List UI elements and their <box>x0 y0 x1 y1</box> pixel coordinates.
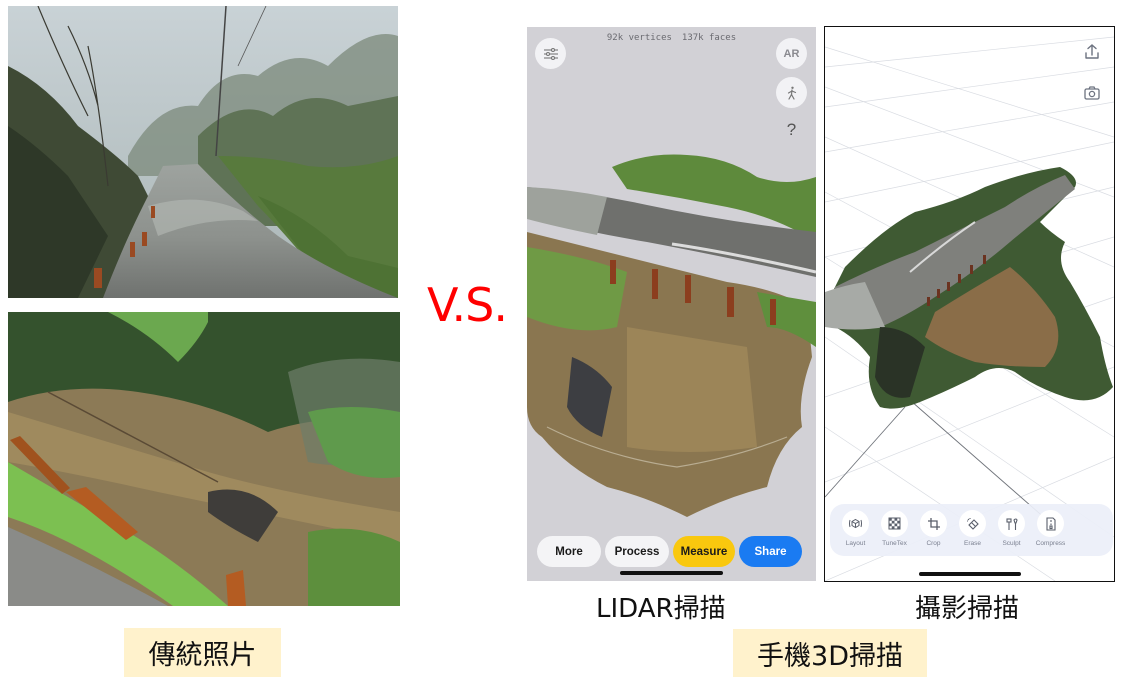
more-button[interactable]: More <box>537 536 601 567</box>
tool-sculpt-label: Sculpt <box>1002 540 1021 547</box>
phone-3d-scan-label: 手機3D掃描 <box>757 640 903 672</box>
mesh-stats: 92k vertices 137k faces <box>527 33 816 43</box>
upload-icon <box>1085 44 1099 59</box>
home-indicator[interactable] <box>620 571 723 575</box>
snapshot-button[interactable] <box>1082 83 1102 103</box>
photogrammetry-scan-label: 攝影掃描 <box>915 594 1020 624</box>
help-icon: ? <box>786 119 797 139</box>
photogrammetry-3d-model[interactable] <box>825 27 1114 581</box>
tool-layout[interactable]: Layout <box>836 504 875 556</box>
tool-compress-label: Compress <box>1035 540 1066 547</box>
traditional-photos-label: 傳統照片 <box>148 640 257 671</box>
tool-tunetex-label: TuneTex <box>882 540 907 547</box>
sculpt-tools-icon <box>1005 517 1018 530</box>
tool-crop-label: Crop <box>926 540 941 547</box>
edit-toolbar: Layout TuneTex Crop Erase Sculpt Compres… <box>830 504 1113 556</box>
lidar-3d-model[interactable] <box>527 27 816 581</box>
tool-layout-label: Layout <box>845 540 866 547</box>
camera-icon <box>1084 86 1100 100</box>
crop-icon <box>927 517 940 530</box>
layout-cube-icon <box>849 518 862 529</box>
tool-tunetex[interactable]: TuneTex <box>875 504 914 556</box>
walking-person-icon <box>787 86 796 100</box>
sliders-icon <box>543 47 558 60</box>
tool-erase[interactable]: Erase <box>953 504 992 556</box>
tool-sculpt[interactable]: Sculpt <box>992 504 1031 556</box>
settings-button[interactable] <box>535 38 566 69</box>
traditional-photos-caption: 傳統照片 <box>124 628 281 677</box>
lidar-scan-app-screen: 92k vertices 137k faces AR ? More Process… <box>527 27 816 581</box>
lidar-scan-label: LIDAR掃描 <box>596 594 726 624</box>
face-count: 137k faces <box>681 33 737 43</box>
walk-mode-button[interactable] <box>776 77 807 108</box>
ar-button[interactable]: AR <box>776 38 807 69</box>
lidar-action-bar: More Process Measure Share <box>537 536 802 568</box>
photo-landslide-slope <box>8 312 400 606</box>
phone-3d-scan-caption: 手機3D掃描 <box>733 629 927 677</box>
tool-compress[interactable]: Compress <box>1031 504 1070 556</box>
photo-misty-road <box>8 6 398 298</box>
photogrammetry-app-screen: Layout TuneTex Crop Erase Sculpt Compres… <box>824 26 1115 582</box>
vertex-count: 92k vertices <box>606 33 672 43</box>
export-button[interactable] <box>1082 42 1102 62</box>
compress-file-icon <box>1045 516 1056 531</box>
eraser-icon <box>966 517 979 530</box>
tool-erase-label: Erase <box>964 540 981 547</box>
home-indicator[interactable] <box>919 572 1021 576</box>
measure-button[interactable]: Measure <box>673 536 735 567</box>
tool-crop[interactable]: Crop <box>914 504 953 556</box>
help-button[interactable]: ? <box>780 118 803 141</box>
versus-label: V.S. <box>427 278 508 332</box>
ar-label: AR <box>783 47 800 60</box>
texture-checker-icon <box>888 517 901 530</box>
process-button[interactable]: Process <box>605 536 669 567</box>
share-button[interactable]: Share <box>739 536 802 567</box>
